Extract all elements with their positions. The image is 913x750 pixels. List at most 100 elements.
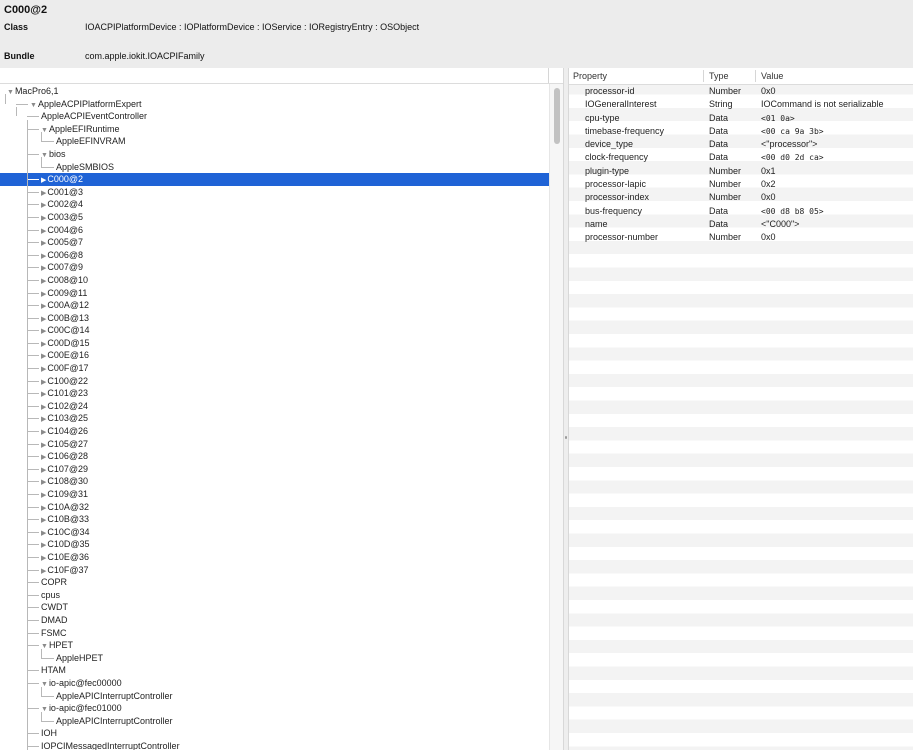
tree-row[interactable]: ▶C102@24 (0, 400, 549, 413)
disclosure-collapsed-icon[interactable]: ▶ (41, 479, 46, 486)
tree-row[interactable]: ▶C002@4 (0, 198, 549, 211)
disclosure-collapsed-icon[interactable]: ▶ (41, 454, 46, 461)
disclosure-collapsed-icon[interactable]: ▶ (41, 492, 46, 499)
disclosure-expanded-icon[interactable]: ▼ (41, 706, 48, 713)
property-row[interactable]: IOGeneralInterest String IOCommand is not … (569, 98, 913, 111)
tree-row[interactable]: COPR (0, 576, 549, 589)
tree-scrollbar[interactable] (549, 84, 563, 750)
property-row[interactable]: name Data <"C000"> (569, 218, 913, 231)
tree-row[interactable]: IOPCIMessagedInterruptController (0, 740, 549, 750)
tree-row[interactable]: AppleACPIEventController (0, 110, 549, 123)
property-row[interactable]: timebase-frequency Data <00 ca 9a 3b> (569, 125, 913, 138)
disclosure-collapsed-icon[interactable]: ▶ (41, 253, 46, 260)
tree-row[interactable]: ▶C00B@13 (0, 312, 549, 325)
property-row[interactable]: device_type Data <"processor"> (569, 138, 913, 151)
tree-row[interactable]: ▼io-apic@fec00000 (0, 677, 549, 690)
disclosure-expanded-icon[interactable]: ▼ (41, 643, 48, 650)
tree-row[interactable]: ▼AppleACPIPlatformExpert (0, 98, 549, 111)
tree-row[interactable]: AppleEFINVRAM (0, 135, 549, 148)
tree-row[interactable]: ▶C10C@34 (0, 526, 549, 539)
tree-row[interactable]: ▼bios (0, 148, 549, 161)
disclosure-collapsed-icon[interactable]: ▶ (41, 316, 46, 323)
tree-row[interactable]: ▶C10B@33 (0, 513, 549, 526)
tree-row[interactable]: ▶C00A@12 (0, 299, 549, 312)
tree-row[interactable]: ▶C009@11 (0, 287, 549, 300)
tree-row[interactable]: ▶C001@3 (0, 186, 549, 199)
disclosure-collapsed-icon[interactable]: ▶ (41, 530, 46, 537)
tree-row[interactable]: DMAD (0, 614, 549, 627)
property-row[interactable]: processor-number Number 0x0 (569, 231, 913, 244)
tree-row[interactable]: ▶C104@26 (0, 425, 549, 438)
tree-row[interactable]: cpus (0, 589, 549, 602)
disclosure-collapsed-icon[interactable]: ▶ (41, 177, 46, 184)
disclosure-collapsed-icon[interactable]: ▶ (41, 353, 46, 360)
tree-row[interactable]: AppleSMBIOS (0, 161, 549, 174)
disclosure-collapsed-icon[interactable]: ▶ (41, 265, 46, 272)
disclosure-expanded-icon[interactable]: ▼ (7, 89, 14, 96)
disclosure-expanded-icon[interactable]: ▼ (41, 152, 48, 159)
disclosure-collapsed-icon[interactable]: ▶ (41, 202, 46, 209)
disclosure-collapsed-icon[interactable]: ▶ (41, 215, 46, 222)
tree-row[interactable]: FSMC (0, 627, 549, 640)
disclosure-collapsed-icon[interactable]: ▶ (41, 303, 46, 310)
tree-row[interactable]: HTAM (0, 664, 549, 677)
property-row[interactable]: cpu-type Data <01 0a> (569, 112, 913, 125)
tree-row[interactable]: ▶C103@25 (0, 412, 549, 425)
tree-row[interactable]: ▶C10F@37 (0, 564, 549, 577)
tree-row[interactable]: ▶C100@22 (0, 375, 549, 388)
tree-row[interactable]: ▶C005@7 (0, 236, 549, 249)
tree-row[interactable]: ▶C00F@17 (0, 362, 549, 375)
tree-row[interactable]: ▶C106@28 (0, 450, 549, 463)
property-row[interactable]: processor-lapic Number 0x2 (569, 178, 913, 191)
disclosure-collapsed-icon[interactable]: ▶ (41, 328, 46, 335)
disclosure-collapsed-icon[interactable]: ▶ (41, 379, 46, 386)
disclosure-collapsed-icon[interactable]: ▶ (41, 278, 46, 285)
disclosure-collapsed-icon[interactable]: ▶ (41, 568, 46, 575)
tree-row[interactable]: ▶C004@6 (0, 224, 549, 237)
tree-row[interactable]: ▶C000@2 (0, 173, 549, 186)
tree-row[interactable]: ▶C108@30 (0, 475, 549, 488)
disclosure-collapsed-icon[interactable]: ▶ (41, 240, 46, 247)
tree-row[interactable]: CWDT (0, 601, 549, 614)
disclosure-collapsed-icon[interactable]: ▶ (41, 291, 46, 298)
disclosure-collapsed-icon[interactable]: ▶ (41, 341, 46, 348)
scrollbar-thumb[interactable] (554, 88, 560, 144)
disclosure-collapsed-icon[interactable]: ▶ (41, 442, 46, 449)
disclosure-expanded-icon[interactable]: ▼ (41, 681, 48, 688)
tree-row[interactable]: ▶C007@9 (0, 261, 549, 274)
disclosure-collapsed-icon[interactable]: ▶ (41, 366, 46, 373)
disclosure-collapsed-icon[interactable]: ▶ (41, 416, 46, 423)
disclosure-expanded-icon[interactable]: ▼ (30, 102, 37, 109)
property-row[interactable]: bus-frequency Data <00 d8 b8 05> (569, 205, 913, 218)
tree-row[interactable]: ▶C003@5 (0, 211, 549, 224)
tree-row[interactable]: IOH (0, 727, 549, 740)
tree-row[interactable]: ▼HPET (0, 639, 549, 652)
column-header-type[interactable]: Type (709, 71, 729, 81)
tree-row[interactable]: ▼io-apic@fec01000 (0, 702, 549, 715)
disclosure-collapsed-icon[interactable]: ▶ (41, 517, 46, 524)
tree-row[interactable]: ▶C00D@15 (0, 337, 549, 350)
disclosure-collapsed-icon[interactable]: ▶ (41, 467, 46, 474)
tree-row[interactable]: ▶C10A@32 (0, 501, 549, 514)
tree-row[interactable]: ▶C107@29 (0, 463, 549, 476)
column-header-property[interactable]: Property (573, 71, 607, 81)
tree-row[interactable]: ▶C105@27 (0, 438, 549, 451)
tree-row[interactable]: ▼MacPro6,1 (0, 85, 549, 98)
disclosure-collapsed-icon[interactable]: ▶ (41, 542, 46, 549)
tree-row[interactable]: ▶C00C@14 (0, 324, 549, 337)
tree-row[interactable]: ▶C10E@36 (0, 551, 549, 564)
disclosure-collapsed-icon[interactable]: ▶ (41, 228, 46, 235)
property-row[interactable]: processor-id Number 0x0 (569, 85, 913, 98)
property-row[interactable]: plugin-type Number 0x1 (569, 165, 913, 178)
tree-row[interactable]: ▶C00E@16 (0, 349, 549, 362)
disclosure-expanded-icon[interactable]: ▼ (41, 127, 48, 134)
tree-row[interactable]: ▶C006@8 (0, 249, 549, 262)
tree-row[interactable]: ▶C10D@35 (0, 538, 549, 551)
disclosure-collapsed-icon[interactable]: ▶ (41, 505, 46, 512)
disclosure-collapsed-icon[interactable]: ▶ (41, 190, 46, 197)
disclosure-collapsed-icon[interactable]: ▶ (41, 404, 46, 411)
tree-row[interactable]: ▶C008@10 (0, 274, 549, 287)
property-row[interactable]: clock-frequency Data <00 d0 2d ca> (569, 151, 913, 164)
tree-row[interactable]: ▶C109@31 (0, 488, 549, 501)
tree-row[interactable]: AppleAPICInterruptController (0, 690, 549, 703)
